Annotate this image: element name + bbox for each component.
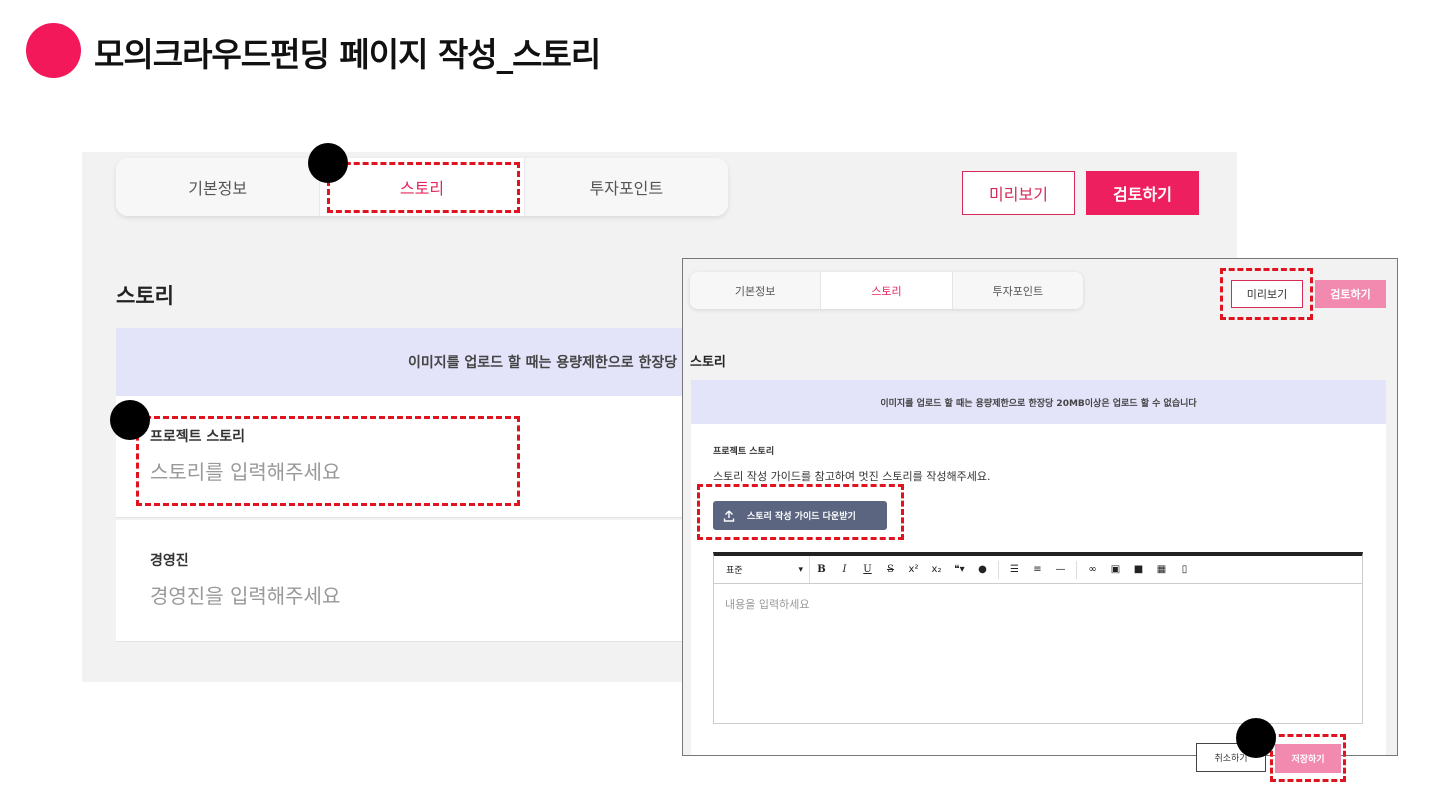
toolbar-divider	[1076, 560, 1077, 579]
strikethrough-icon[interactable]: S	[879, 556, 902, 583]
underline-icon[interactable]: U	[856, 556, 879, 583]
step-tabs: 기본정보 스토리 투자포인트	[690, 272, 1083, 309]
ordered-list-icon[interactable]: ☰	[1003, 556, 1026, 583]
italic-icon[interactable]: I	[833, 556, 856, 583]
tab-basic-info[interactable]: 기본정보	[690, 272, 822, 309]
editor-content[interactable]: 내용을 입력하세요	[714, 584, 1362, 624]
title-bullet-icon	[26, 23, 81, 78]
horizontal-rule-icon[interactable]: —	[1049, 556, 1072, 583]
highlight-project-story-field	[136, 416, 520, 506]
section-title: 스토리	[116, 284, 174, 308]
quote-icon[interactable]: ❝▾	[948, 556, 971, 583]
step-marker	[110, 400, 150, 440]
color-icon[interactable]: ●	[971, 556, 994, 583]
tab-story[interactable]: 스토리	[821, 272, 953, 309]
review-button[interactable]: 검토하기	[1086, 171, 1199, 215]
file-icon[interactable]: ▯	[1173, 556, 1196, 583]
tab-investment-points[interactable]: 투자포인트	[952, 272, 1083, 309]
highlight-story-tab	[327, 162, 520, 213]
table-icon[interactable]: ▦	[1150, 556, 1173, 583]
step-marker	[308, 143, 348, 183]
toolbar-divider	[998, 560, 999, 579]
highlight-save-button	[1270, 734, 1346, 782]
editor-toolbar: 표준 ▾ B I U S x² x₂ ❝▾ ● ☰ ≡ — ∞ ▣ ■ ▦ ▯	[714, 556, 1362, 584]
field-label: 프로젝트 스토리	[713, 447, 775, 457]
tab-basic-info[interactable]: 기본정보	[116, 158, 321, 216]
field-label: 경영진	[150, 553, 189, 569]
video-icon[interactable]: ■	[1127, 556, 1150, 583]
bold-icon[interactable]: B	[810, 556, 833, 583]
section-title: 스토리	[690, 355, 726, 370]
management-input[interactable]: 경영진을 입력해주세요	[150, 580, 340, 609]
review-button[interactable]: 검토하기	[1315, 280, 1386, 308]
paragraph-style-value: 표준	[726, 566, 743, 576]
guide-text: 스토리 작성 가이드를 참고하여 멋진 스토리를 작성해주세요.	[713, 470, 991, 483]
step-marker	[1236, 718, 1276, 758]
tab-investment-points[interactable]: 투자포인트	[524, 158, 728, 216]
highlight-preview-button	[1220, 268, 1313, 320]
bullet-list-icon[interactable]: ≡	[1026, 556, 1049, 583]
highlight-download-button	[697, 484, 904, 540]
project-story-panel: 프로젝트 스토리 스토리 작성 가이드를 참고하여 멋진 스토리를 작성해주세요…	[691, 424, 1386, 755]
rich-text-editor: 표준 ▾ B I U S x² x₂ ❝▾ ● ☰ ≡ — ∞ ▣ ■ ▦ ▯ …	[713, 552, 1363, 724]
preview-button[interactable]: 미리보기	[962, 171, 1075, 215]
image-icon[interactable]: ▣	[1104, 556, 1127, 583]
upload-notice: 이미지를 업로드 할 때는 용량제한으로 한장당 20MB이상은 업로드 할 수…	[691, 380, 1386, 424]
caret-down-icon: ▾	[798, 564, 803, 575]
link-icon[interactable]: ∞	[1081, 556, 1104, 583]
subscript-icon[interactable]: x₂	[925, 556, 948, 583]
page-title: 모의크라우드펀딩 페이지 작성_스토리	[94, 35, 601, 74]
superscript-icon[interactable]: x²	[902, 556, 925, 583]
paragraph-style-select[interactable]: 표준 ▾	[714, 556, 810, 583]
